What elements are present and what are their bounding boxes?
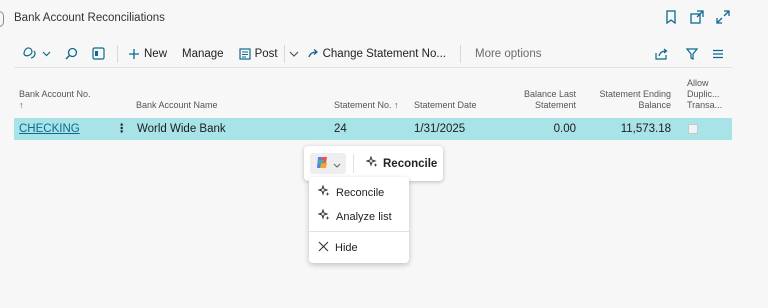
chevron-down-icon (289, 51, 299, 57)
change-statement-button[interactable]: Change Statement No... (307, 47, 446, 60)
column-header-statement-no[interactable]: Statement No. ↑ (334, 100, 399, 111)
sparkle-icon (365, 155, 378, 171)
copilot-dropdown[interactable] (22, 46, 51, 61)
more-options-label: More options (474, 47, 542, 60)
sparkle-icon (317, 208, 330, 224)
layout-icon (92, 47, 105, 60)
post-label: Post (254, 47, 278, 60)
menu-item-hide[interactable]: Hide (318, 241, 358, 255)
copilot-prompt-bar: Reconcile (304, 146, 443, 181)
change-statement-label: Change Statement No... (322, 47, 446, 60)
bank-account-name-cell: World Wide Bank (137, 123, 226, 135)
statement-date-cell: 1/31/2025 (414, 123, 466, 135)
table-header: Bank Account No. ↑ Bank Account Name Sta… (14, 76, 732, 116)
allow-duplication-checkbox[interactable] (688, 124, 698, 134)
column-label: Statement Ending (599, 89, 671, 99)
layout-button[interactable] (92, 47, 105, 60)
search-icon (65, 47, 78, 60)
page-actions (664, 10, 730, 24)
copilot-menu-button[interactable] (310, 153, 346, 174)
sparkle-icon (317, 184, 330, 200)
side-pane-edge[interactable] (0, 11, 4, 27)
statement-no-cell: 24 (334, 123, 347, 135)
copilot-logo-icon (315, 155, 330, 173)
action-bar: New Manage Post Change Statement No... M… (14, 40, 732, 68)
post-button[interactable]: Post (238, 47, 278, 60)
bookmark-icon[interactable] (664, 10, 678, 24)
column-header-bank-account-name[interactable]: Bank Account Name (136, 100, 218, 111)
plus-icon (128, 48, 140, 60)
arrow-forward-icon (307, 49, 319, 58)
balance-last-statement-cell: 0.00 (553, 123, 576, 135)
share-button[interactable] (655, 48, 668, 60)
list-view-button[interactable] (712, 49, 724, 59)
copilot-reconcile-button[interactable]: Reconcile (365, 155, 438, 171)
toolbar-divider (283, 44, 285, 63)
close-icon (318, 241, 329, 255)
column-label: Bank Account No. (19, 89, 91, 99)
table-row[interactable]: CHECKING ⋮ World Wide Bank 24 1/31/2025 … (14, 118, 732, 140)
column-header-statement-date[interactable]: Statement Date (414, 100, 477, 111)
share-icon (655, 48, 668, 60)
statement-ending-balance-cell: 11,573.18 (620, 123, 671, 135)
column-header-bank-account-no[interactable]: Bank Account No. ↑ (19, 89, 91, 111)
menu-item-reconcile[interactable]: Reconcile (317, 184, 385, 200)
column-label: Allow (687, 78, 709, 88)
column-label: Duplic... (687, 89, 720, 99)
open-new-window-icon[interactable] (690, 10, 704, 24)
page: Bank Account Reconciliations New Manage … (0, 0, 768, 308)
column-header-statement-ending-balance[interactable]: Statement Ending Balance (590, 89, 671, 111)
menu-item-label: Reconcile (336, 186, 385, 199)
toolbar-divider (117, 44, 118, 63)
copilot-icon (22, 46, 38, 61)
column-label: Statement (534, 100, 576, 110)
row-actions-ellipsis-icon[interactable]: ⋮ (116, 121, 129, 135)
menu-item-analyze-list[interactable]: Analyze list (317, 208, 392, 224)
chevron-down-icon (333, 157, 341, 171)
column-header-allow-duplication[interactable]: Allow Duplic... Transa... (687, 78, 722, 111)
filter-button[interactable] (686, 47, 698, 60)
list-icon (712, 49, 724, 59)
chevron-down-icon (42, 51, 51, 57)
bank-account-no-link[interactable]: CHECKING (19, 123, 80, 135)
menu-item-label: Analyze list (336, 210, 392, 223)
column-header-balance-last-statement[interactable]: Balance Last Statement (508, 89, 576, 111)
new-button[interactable]: New (128, 48, 167, 60)
toolbar-divider (459, 44, 461, 63)
menu-divider (309, 231, 409, 232)
more-options-button[interactable]: More options (475, 48, 541, 60)
column-label: Transa... (687, 100, 723, 110)
column-label: Balance (638, 100, 671, 110)
page-title: Bank Account Reconciliations (14, 12, 165, 24)
copilot-dropdown-menu: Reconcile Analyze list Hide (309, 177, 409, 263)
post-icon (238, 47, 251, 60)
post-dropdown[interactable] (289, 51, 299, 57)
divider (353, 154, 354, 173)
reconcile-label: Reconcile (383, 157, 438, 170)
manage-label: Manage (182, 47, 224, 60)
filter-icon (686, 47, 698, 60)
column-label: Balance Last (523, 89, 576, 99)
search-button[interactable] (65, 47, 78, 60)
sort-indicator: ↑ (19, 100, 24, 110)
expand-icon[interactable] (716, 10, 730, 24)
manage-button[interactable]: Manage (182, 48, 224, 60)
menu-item-label: Hide (335, 242, 358, 254)
new-label: New (144, 47, 168, 60)
